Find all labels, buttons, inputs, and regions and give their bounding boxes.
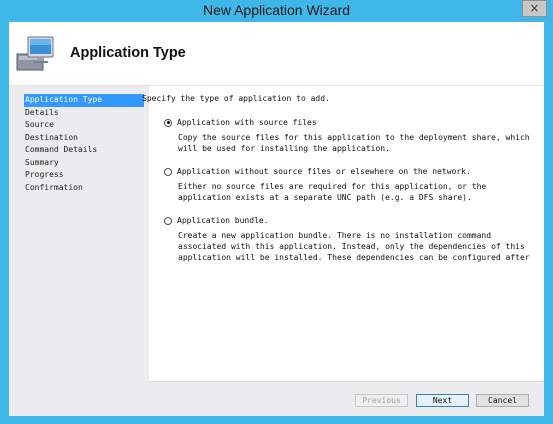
option-bundle-label: Application bundle.	[177, 216, 269, 225]
button-bar: Previous Next Cancel	[149, 381, 544, 416]
window-title: New Application Wizard	[202, 2, 351, 18]
wizard-body: Application Type Details Source Destinat…	[9, 86, 544, 416]
computer-icon	[16, 36, 54, 71]
wizard-client: Application Type Application Type Detail…	[9, 22, 544, 416]
option-source-files-description: Copy the source files for this applicati…	[178, 133, 530, 153]
wizard-window: New Application Wizard × Application Typ…	[0, 0, 553, 424]
step-summary[interactable]: Summary	[24, 157, 144, 170]
option-no-source-files-description: Either no source files are required for …	[178, 182, 487, 202]
step-confirmation[interactable]: Confirmation	[24, 182, 144, 195]
option-no-source-files: Application without source files or else…	[164, 167, 530, 203]
option-bundle-description: Create a new application bundle. There i…	[178, 231, 530, 262]
step-command-details[interactable]: Command Details	[24, 144, 144, 157]
next-button[interactable]: Next	[416, 394, 469, 407]
step-progress[interactable]: Progress	[24, 169, 144, 182]
option-source-files: Application with source files Copy the s…	[164, 118, 530, 154]
option-bundle: Application bundle. Create a new applica…	[164, 216, 530, 263]
option-no-source-files-label: Application without source files or else…	[177, 167, 471, 176]
wizard-header: Application Type	[9, 22, 544, 86]
intro-text: Specify the type of application to add.	[142, 94, 330, 103]
step-source[interactable]: Source	[24, 119, 144, 132]
page-title: Application Type	[70, 45, 186, 61]
option-source-files-label: Application with source files	[177, 118, 317, 127]
close-button[interactable]: ×	[522, 0, 547, 17]
step-details[interactable]: Details	[24, 107, 144, 120]
title-bar[interactable]: New Application Wizard ×	[0, 0, 553, 22]
radio-bundle[interactable]	[164, 216, 172, 225]
option-source-files-row[interactable]: Application with source files	[164, 118, 530, 127]
radio-no-source-files[interactable]	[164, 167, 172, 176]
wizard-steps: Application Type Details Source Destinat…	[24, 94, 144, 194]
option-bundle-row[interactable]: Application bundle.	[164, 216, 530, 225]
step-application-type[interactable]: Application Type	[24, 94, 144, 107]
close-icon: ×	[529, 1, 540, 15]
option-no-source-files-row[interactable]: Application without source files or else…	[164, 167, 530, 176]
step-destination[interactable]: Destination	[24, 132, 144, 145]
radio-source-files[interactable]	[164, 118, 172, 127]
cancel-button[interactable]: Cancel	[476, 394, 529, 407]
previous-button[interactable]: Previous	[355, 394, 408, 407]
